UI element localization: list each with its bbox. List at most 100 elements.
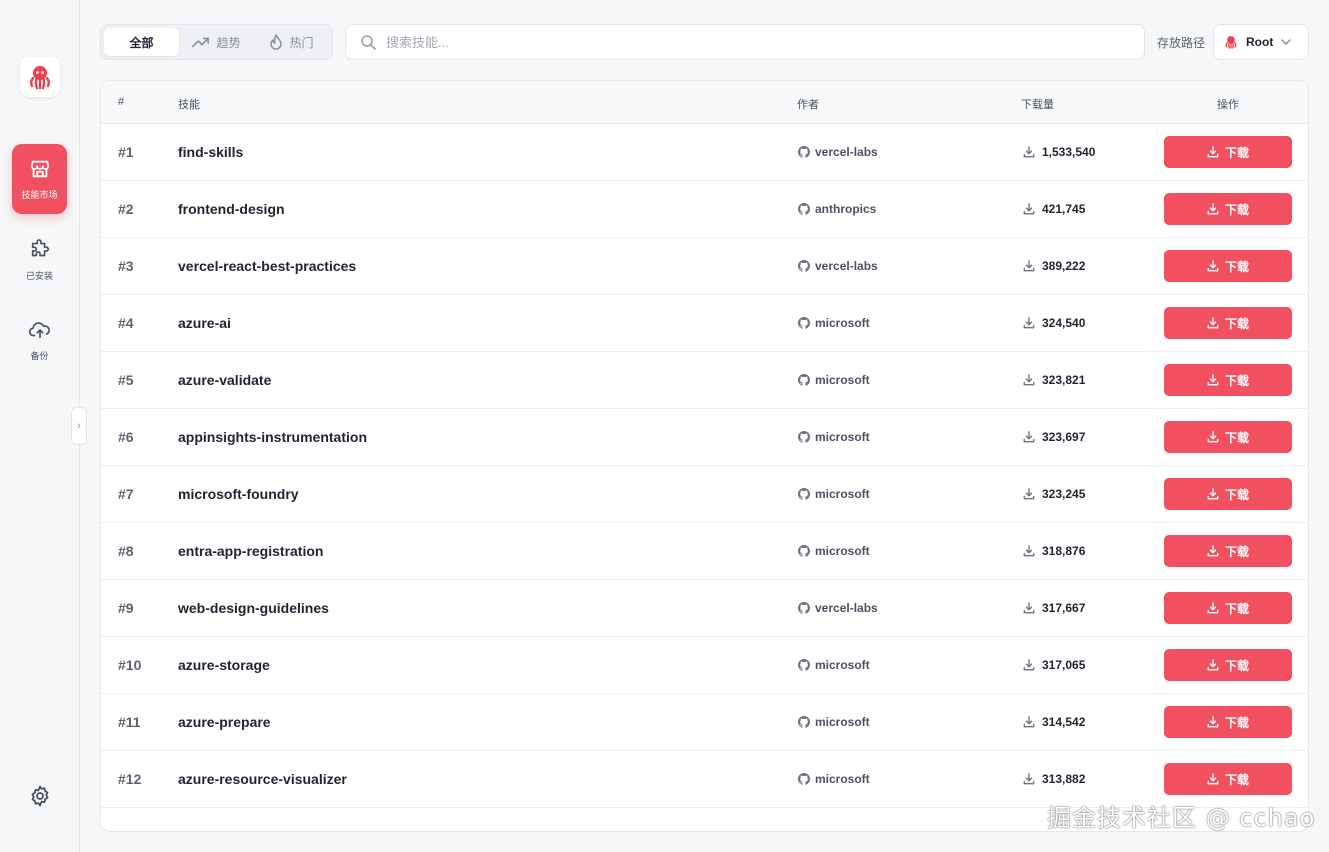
skill-name[interactable]: azure-resource-visualizer [178, 751, 347, 807]
author-cell[interactable]: microsoft [798, 466, 870, 522]
download-icon [1207, 431, 1219, 443]
header-action: 操作 [1217, 99, 1239, 111]
filter-tabs: 全部 趋势 热门 [100, 24, 333, 60]
download-count: 323,245 [1042, 487, 1086, 501]
action-cell: 下载 [1164, 295, 1292, 351]
download-button[interactable]: 下载 [1164, 421, 1292, 453]
author-cell[interactable]: vercel-labs [798, 580, 878, 636]
tab-label: 全部 [129, 35, 154, 50]
author-cell[interactable]: anthropics [798, 181, 876, 237]
chevron-down-icon [1281, 39, 1292, 45]
author-name: microsoft [815, 715, 870, 729]
download-icon [1207, 203, 1219, 215]
download-icon [1023, 716, 1035, 728]
download-button[interactable]: 下载 [1164, 478, 1292, 510]
download-icon [1023, 146, 1035, 158]
action-cell: 下载 [1164, 694, 1292, 750]
download-count-cell: 323,697 [1023, 409, 1085, 465]
author-name: vercel-labs [815, 145, 878, 159]
author-cell[interactable]: microsoft [798, 637, 870, 693]
search-input[interactable] [386, 34, 1086, 50]
download-button[interactable]: 下载 [1164, 136, 1292, 168]
skill-name[interactable]: frontend-design [178, 181, 285, 237]
github-icon [798, 488, 810, 500]
download-button[interactable]: 下载 [1164, 763, 1292, 795]
table-row: #10 azure-storage microsoft 317,065 下载 [101, 637, 1308, 694]
download-button[interactable]: 下载 [1164, 307, 1292, 339]
rank-cell: #4 [118, 315, 134, 331]
tab-all[interactable]: 全部 [104, 28, 179, 56]
download-button[interactable]: 下载 [1164, 193, 1292, 225]
author-cell[interactable]: microsoft [798, 694, 870, 750]
action-cell: 下载 [1164, 637, 1292, 693]
author-name: microsoft [815, 316, 870, 330]
storage-path-select[interactable]: Root [1213, 24, 1309, 60]
skill-name[interactable]: web-design-guidelines [178, 580, 329, 636]
tab-label: 趋势 [216, 35, 241, 50]
download-button[interactable]: 下载 [1164, 250, 1292, 282]
skill-name[interactable]: azure-ai [178, 295, 231, 351]
sidebar-item-label: 备份 [30, 350, 49, 361]
app-logo[interactable] [20, 57, 60, 97]
download-button-label: 下载 [1224, 601, 1249, 616]
sidebar-item-installed[interactable]: 已安装 [12, 225, 67, 295]
flame-icon [270, 34, 283, 50]
download-icon [1023, 488, 1035, 500]
github-icon [798, 716, 810, 728]
sidebar-item-label: 已安装 [25, 270, 53, 281]
download-count: 421,745 [1042, 202, 1086, 216]
skill-name[interactable]: azure-validate [178, 352, 271, 408]
skill-name[interactable]: vercel-react-best-practices [178, 238, 356, 294]
author-cell[interactable]: microsoft [798, 409, 870, 465]
octopus-icon [1225, 36, 1237, 49]
tab-hot[interactable]: 热门 [254, 28, 329, 56]
author-cell[interactable]: vercel-labs [798, 124, 878, 180]
github-icon [798, 773, 810, 785]
download-button[interactable]: 下载 [1164, 649, 1292, 681]
author-cell[interactable]: microsoft [798, 295, 870, 351]
download-count-cell: 317,065 [1023, 637, 1085, 693]
rank-cell: #6 [118, 429, 134, 445]
author-name: anthropics [815, 202, 877, 216]
author-cell[interactable]: microsoft [798, 352, 870, 408]
skill-name[interactable]: microsoft-foundry [178, 466, 299, 522]
author-cell[interactable]: microsoft [798, 523, 870, 579]
download-count-cell: 314,542 [1023, 694, 1085, 750]
download-button[interactable]: 下载 [1164, 592, 1292, 624]
download-button[interactable]: 下载 [1164, 535, 1292, 567]
action-cell: 下载 [1164, 181, 1292, 237]
github-icon [798, 374, 810, 386]
sidebar-item-backup[interactable]: 备份 [12, 305, 67, 375]
author-cell[interactable]: vercel-labs [798, 238, 878, 294]
download-count: 313,882 [1042, 772, 1086, 786]
tab-trending[interactable]: 趋势 [179, 28, 254, 56]
action-cell: 下载 [1164, 124, 1292, 180]
github-icon [798, 659, 810, 671]
download-count: 317,065 [1042, 658, 1086, 672]
tab-label: 热门 [289, 35, 314, 50]
rank-cell: #1 [118, 144, 134, 160]
skill-name[interactable]: appinsights-instrumentation [178, 409, 367, 465]
download-button[interactable]: 下载 [1164, 706, 1292, 738]
sidebar-item-skill-market[interactable]: 技能市场 [12, 144, 67, 214]
download-icon [1023, 203, 1035, 215]
author-cell[interactable]: microsoft [798, 751, 870, 807]
action-cell: 下载 [1164, 409, 1292, 465]
github-icon [798, 602, 810, 614]
download-count: 1,533,540 [1042, 145, 1096, 159]
download-button-label: 下载 [1224, 259, 1249, 274]
skill-name[interactable]: azure-storage [178, 637, 270, 693]
download-count-cell: 324,540 [1023, 295, 1085, 351]
cloud-upload-icon [28, 321, 50, 338]
action-cell: 下载 [1164, 238, 1292, 294]
skill-name[interactable]: azure-prepare [178, 694, 271, 750]
skill-name[interactable]: find-skills [178, 124, 243, 180]
download-count-cell: 323,245 [1023, 466, 1085, 522]
sidebar-collapse-toggle[interactable]: › [71, 407, 87, 445]
download-button[interactable]: 下载 [1164, 364, 1292, 396]
storage-path-value: Root [1246, 35, 1274, 49]
skill-name[interactable]: entra-app-registration [178, 523, 323, 579]
download-icon [1207, 317, 1219, 329]
header-downloads: 下载量 [1021, 99, 1054, 111]
gear-icon[interactable] [28, 784, 52, 808]
